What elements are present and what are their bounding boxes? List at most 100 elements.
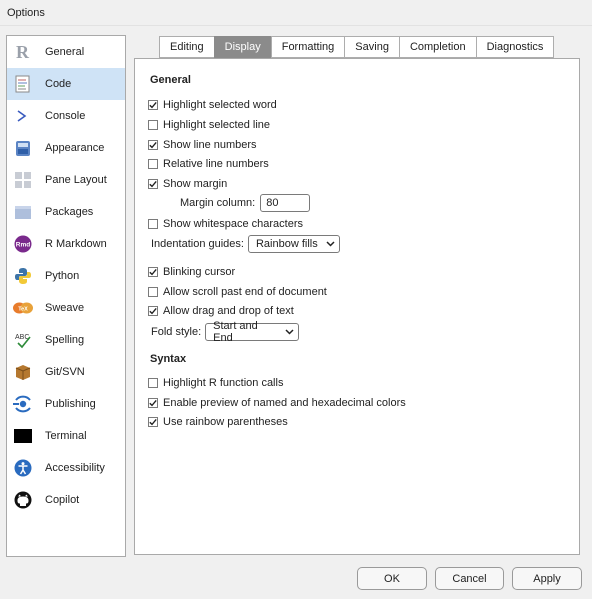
python-logo-icon: [13, 266, 33, 286]
chevron-down-icon: [285, 329, 294, 335]
indentation-guides-select[interactable]: Rainbow fills: [247, 235, 340, 253]
scroll-past-end-option[interactable]: Allow scroll past end of document: [148, 284, 327, 300]
show-line-numbers-option[interactable]: Show line numbers: [148, 137, 257, 153]
option-label: Use rainbow parentheses: [163, 416, 288, 428]
checkbox[interactable]: [148, 120, 158, 130]
option-label: Highlight selected line: [163, 119, 271, 131]
sidebar-item-label: Spelling: [45, 334, 85, 346]
options-sidebar: R General Code Console Appearance Pane L…: [6, 35, 126, 557]
checkmark-icon: [149, 101, 157, 109]
highlight-selected-word-option[interactable]: Highlight selected word: [148, 97, 277, 113]
margin-column-row: Margin column:: [180, 193, 311, 213]
tab-bar: Editing Display Formatting Saving Comple…: [159, 36, 555, 59]
option-label: Allow drag and drop of text: [163, 305, 294, 317]
tab-formatting[interactable]: Formatting: [270, 36, 345, 58]
relative-line-numbers-option[interactable]: Relative line numbers: [148, 156, 269, 172]
sidebar-item-r-markdown[interactable]: Rmd R Markdown: [7, 228, 125, 260]
checkbox[interactable]: [148, 417, 158, 427]
checkbox[interactable]: [148, 287, 158, 297]
accessibility-icon: [13, 458, 33, 478]
tab-diagnostics[interactable]: Diagnostics: [475, 36, 555, 58]
blinking-cursor-option[interactable]: Blinking cursor: [148, 264, 235, 280]
sidebar-item-terminal[interactable]: Terminal: [7, 420, 125, 452]
checkbox[interactable]: [148, 159, 158, 169]
tab-editing[interactable]: Editing: [159, 36, 214, 58]
sidebar-item-label: Accessibility: [45, 462, 105, 474]
margin-column-input[interactable]: [260, 194, 311, 212]
option-label: Allow scroll past end of document: [163, 286, 327, 298]
sidebar-item-copilot[interactable]: Copilot: [7, 484, 125, 516]
drag-drop-option[interactable]: Allow drag and drop of text: [148, 303, 294, 319]
sidebar-item-console[interactable]: Console: [7, 100, 125, 132]
sidebar-item-label: Pane Layout: [45, 174, 107, 186]
show-margin-option[interactable]: Show margin: [148, 176, 227, 192]
sidebar-item-label: Git/SVN: [45, 366, 85, 378]
checkmark-icon: [149, 399, 157, 407]
sidebar-item-packages[interactable]: Packages: [7, 196, 125, 228]
sidebar-item-label: Terminal: [45, 430, 87, 442]
publishing-icon: [13, 394, 33, 414]
title-bar: Options: [0, 0, 592, 26]
git-box-icon: [13, 362, 33, 382]
checkmark-icon: [149, 180, 157, 188]
checkbox[interactable]: [148, 378, 158, 388]
highlight-selected-line-option[interactable]: Highlight selected line: [148, 117, 270, 133]
sidebar-item-label: Sweave: [45, 302, 85, 314]
cancel-button[interactable]: Cancel: [435, 567, 504, 590]
sidebar-item-label: Python: [45, 270, 80, 282]
r-logo-icon: R: [13, 42, 33, 62]
option-label: Relative line numbers: [163, 158, 269, 170]
sidebar-item-spelling[interactable]: ABC Spelling: [7, 324, 125, 356]
tab-display[interactable]: Display: [213, 36, 271, 58]
rainbow-parentheses-option[interactable]: Use rainbow parentheses: [148, 414, 288, 430]
checkbox[interactable]: [148, 140, 158, 150]
checkbox[interactable]: [148, 306, 158, 316]
indentation-guides-row: Indentation guides: Rainbow fills: [151, 234, 340, 254]
option-label: Highlight R function calls: [163, 377, 284, 389]
window-title: Options: [7, 7, 45, 19]
highlight-r-function-calls-option[interactable]: Highlight R function calls: [148, 375, 283, 391]
sidebar-item-git-svn[interactable]: Git/SVN: [7, 356, 125, 388]
show-whitespace-option[interactable]: Show whitespace characters: [148, 216, 303, 232]
checkbox[interactable]: [148, 179, 158, 189]
sidebar-item-label: Console: [45, 110, 86, 122]
checkbox[interactable]: [148, 267, 158, 277]
appearance-paint-icon: [13, 138, 33, 158]
fold-style-select[interactable]: Start and End: [205, 320, 300, 344]
svg-text:TeX: TeX: [18, 307, 28, 313]
spelling-abc-icon: ABC: [13, 330, 33, 350]
sidebar-item-general[interactable]: R General: [7, 36, 125, 68]
preview-colors-option[interactable]: Enable preview of named and hexadecimal …: [148, 395, 406, 411]
sidebar-item-appearance[interactable]: Appearance: [7, 132, 125, 164]
option-label: Show margin: [163, 178, 228, 190]
sidebar-item-label: Packages: [45, 206, 94, 218]
sidebar-item-code[interactable]: Code: [7, 68, 125, 100]
rmarkdown-icon: Rmd: [13, 234, 33, 254]
code-document-icon: [13, 74, 33, 94]
general-heading: General: [150, 74, 191, 86]
sidebar-item-sweave[interactable]: TeX Sweave: [7, 292, 125, 324]
chevron-down-icon: [326, 241, 335, 247]
checkbox[interactable]: [148, 100, 158, 110]
fold-style-label: Fold style:: [151, 326, 202, 338]
sidebar-item-publishing[interactable]: Publishing: [7, 388, 125, 420]
sidebar-item-python[interactable]: Python: [7, 260, 125, 292]
option-label: Enable preview of named and hexadecimal …: [163, 397, 406, 409]
tab-completion[interactable]: Completion: [398, 36, 476, 58]
sidebar-item-accessibility[interactable]: Accessibility: [7, 452, 125, 484]
checkbox[interactable]: [148, 398, 158, 408]
select-value: Start and End: [213, 320, 258, 344]
indentation-guides-label: Indentation guides:: [151, 238, 244, 250]
sidebar-item-pane-layout[interactable]: Pane Layout: [7, 164, 125, 196]
select-value: Rainbow fills: [255, 238, 318, 250]
checkmark-icon: [149, 418, 157, 426]
sidebar-item-label: R Markdown: [45, 238, 107, 250]
sweave-tex-icon: TeX: [13, 298, 33, 318]
checkbox[interactable]: [148, 219, 158, 229]
checkmark-icon: [149, 307, 157, 315]
sidebar-item-label: Copilot: [45, 494, 80, 506]
tab-saving[interactable]: Saving: [344, 36, 399, 58]
ok-button[interactable]: OK: [357, 567, 427, 590]
pane-layout-icon: [13, 170, 33, 190]
apply-button[interactable]: Apply: [512, 567, 582, 590]
